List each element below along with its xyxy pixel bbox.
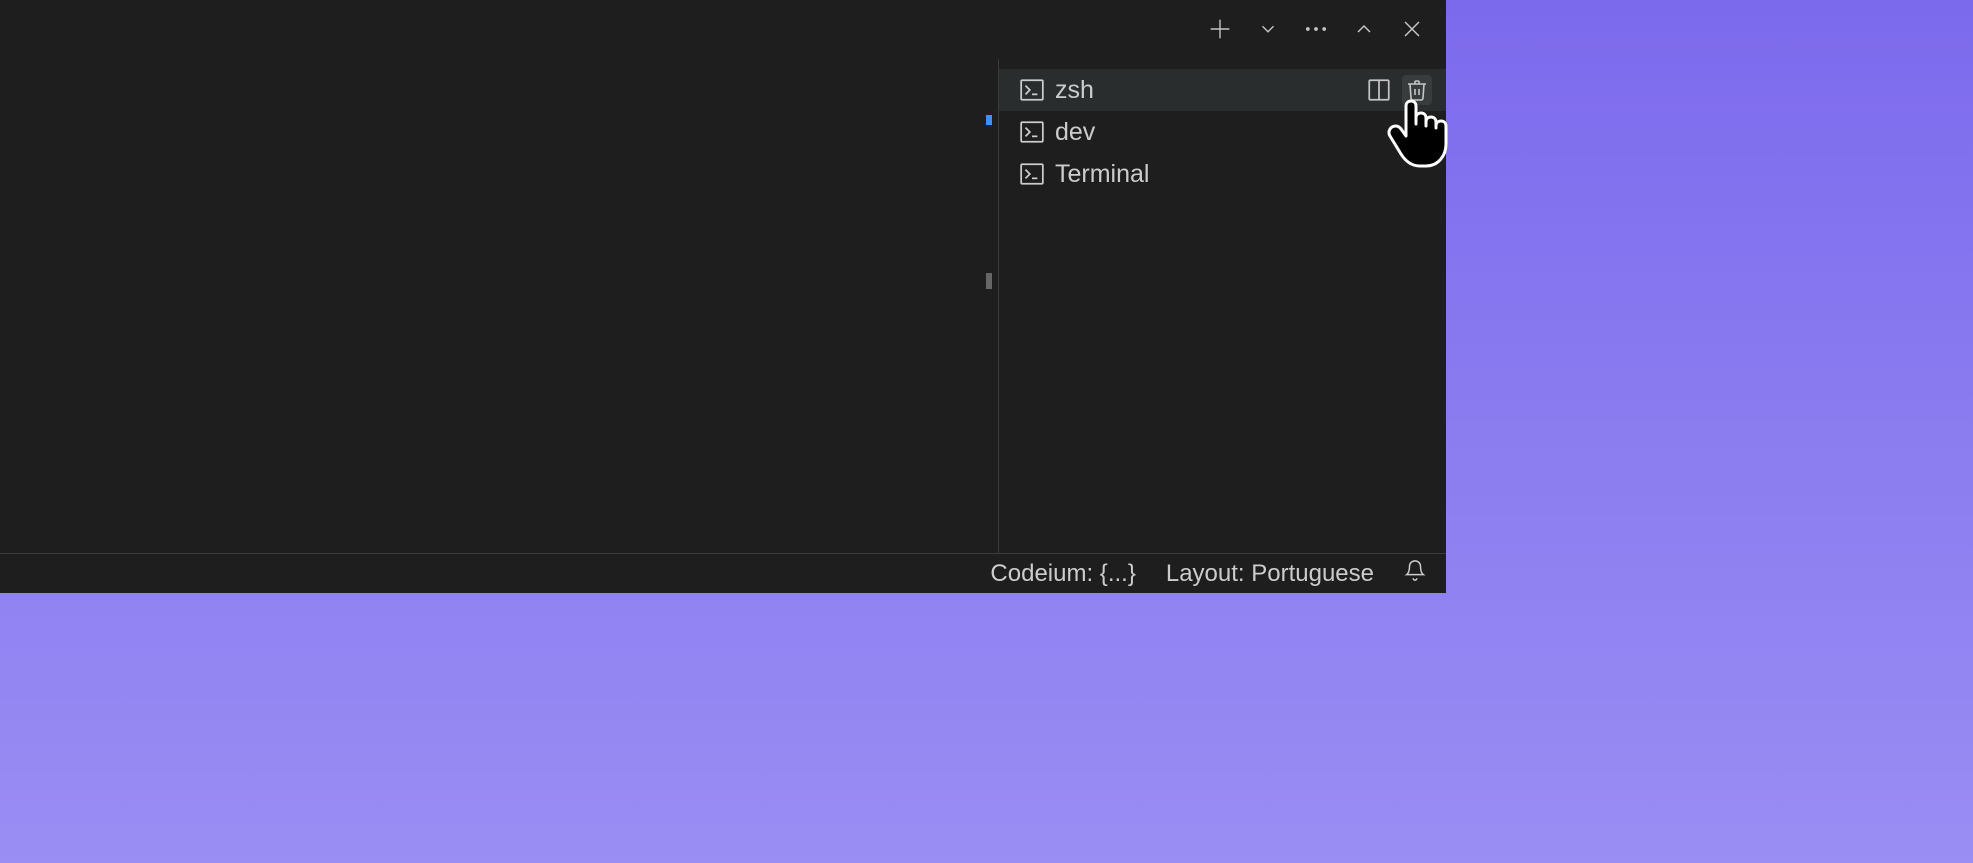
- editor-window: zsh dev: [0, 0, 1446, 593]
- scroll-marker: [986, 115, 992, 125]
- chevron-up-icon: [1352, 17, 1376, 41]
- terminal-tab-actions: [1364, 75, 1432, 105]
- trash-icon: [1405, 78, 1429, 102]
- panel-more-actions[interactable]: [1300, 13, 1332, 45]
- maximize-panel-button[interactable]: [1348, 13, 1380, 45]
- terminal-icon: [1019, 161, 1045, 187]
- status-bar: Codeium: {...} Layout: Portuguese: [0, 553, 1446, 593]
- new-terminal-button[interactable]: [1204, 13, 1236, 45]
- status-keyboard-layout[interactable]: Layout: Portuguese: [1166, 560, 1374, 588]
- terminal-tab-label: dev: [1055, 118, 1432, 147]
- terminal-tab-dev[interactable]: dev: [999, 111, 1446, 153]
- close-panel-button[interactable]: [1396, 13, 1428, 45]
- terminal-tabs-list: zsh dev: [999, 59, 1446, 553]
- panel-toolbar: [0, 0, 1446, 58]
- terminal-launch-dropdown[interactable]: [1252, 13, 1284, 45]
- split-terminal-button[interactable]: [1364, 75, 1394, 105]
- terminal-tab-generic[interactable]: Terminal: [999, 153, 1446, 195]
- status-codeium[interactable]: Codeium: {...}: [990, 560, 1135, 588]
- status-notifications[interactable]: [1404, 559, 1426, 588]
- terminal-tab-zsh[interactable]: zsh: [999, 69, 1446, 111]
- more-horizontal-icon: [1302, 15, 1330, 43]
- panel-body: zsh dev: [0, 58, 1446, 553]
- chevron-down-icon: [1257, 18, 1279, 40]
- terminal-output[interactable]: [0, 59, 999, 553]
- terminal-icon: [1019, 77, 1045, 103]
- plus-icon: [1206, 15, 1234, 43]
- terminal-tab-label: zsh: [1055, 76, 1354, 105]
- close-icon: [1400, 17, 1424, 41]
- terminal-panel: zsh dev: [0, 0, 1446, 553]
- bell-icon: [1404, 559, 1426, 581]
- terminal-icon: [1019, 119, 1045, 145]
- terminal-tab-label: Terminal: [1055, 160, 1432, 189]
- scroll-marker: [986, 273, 992, 289]
- kill-terminal-button[interactable]: [1402, 75, 1432, 105]
- split-pane-icon: [1366, 77, 1392, 103]
